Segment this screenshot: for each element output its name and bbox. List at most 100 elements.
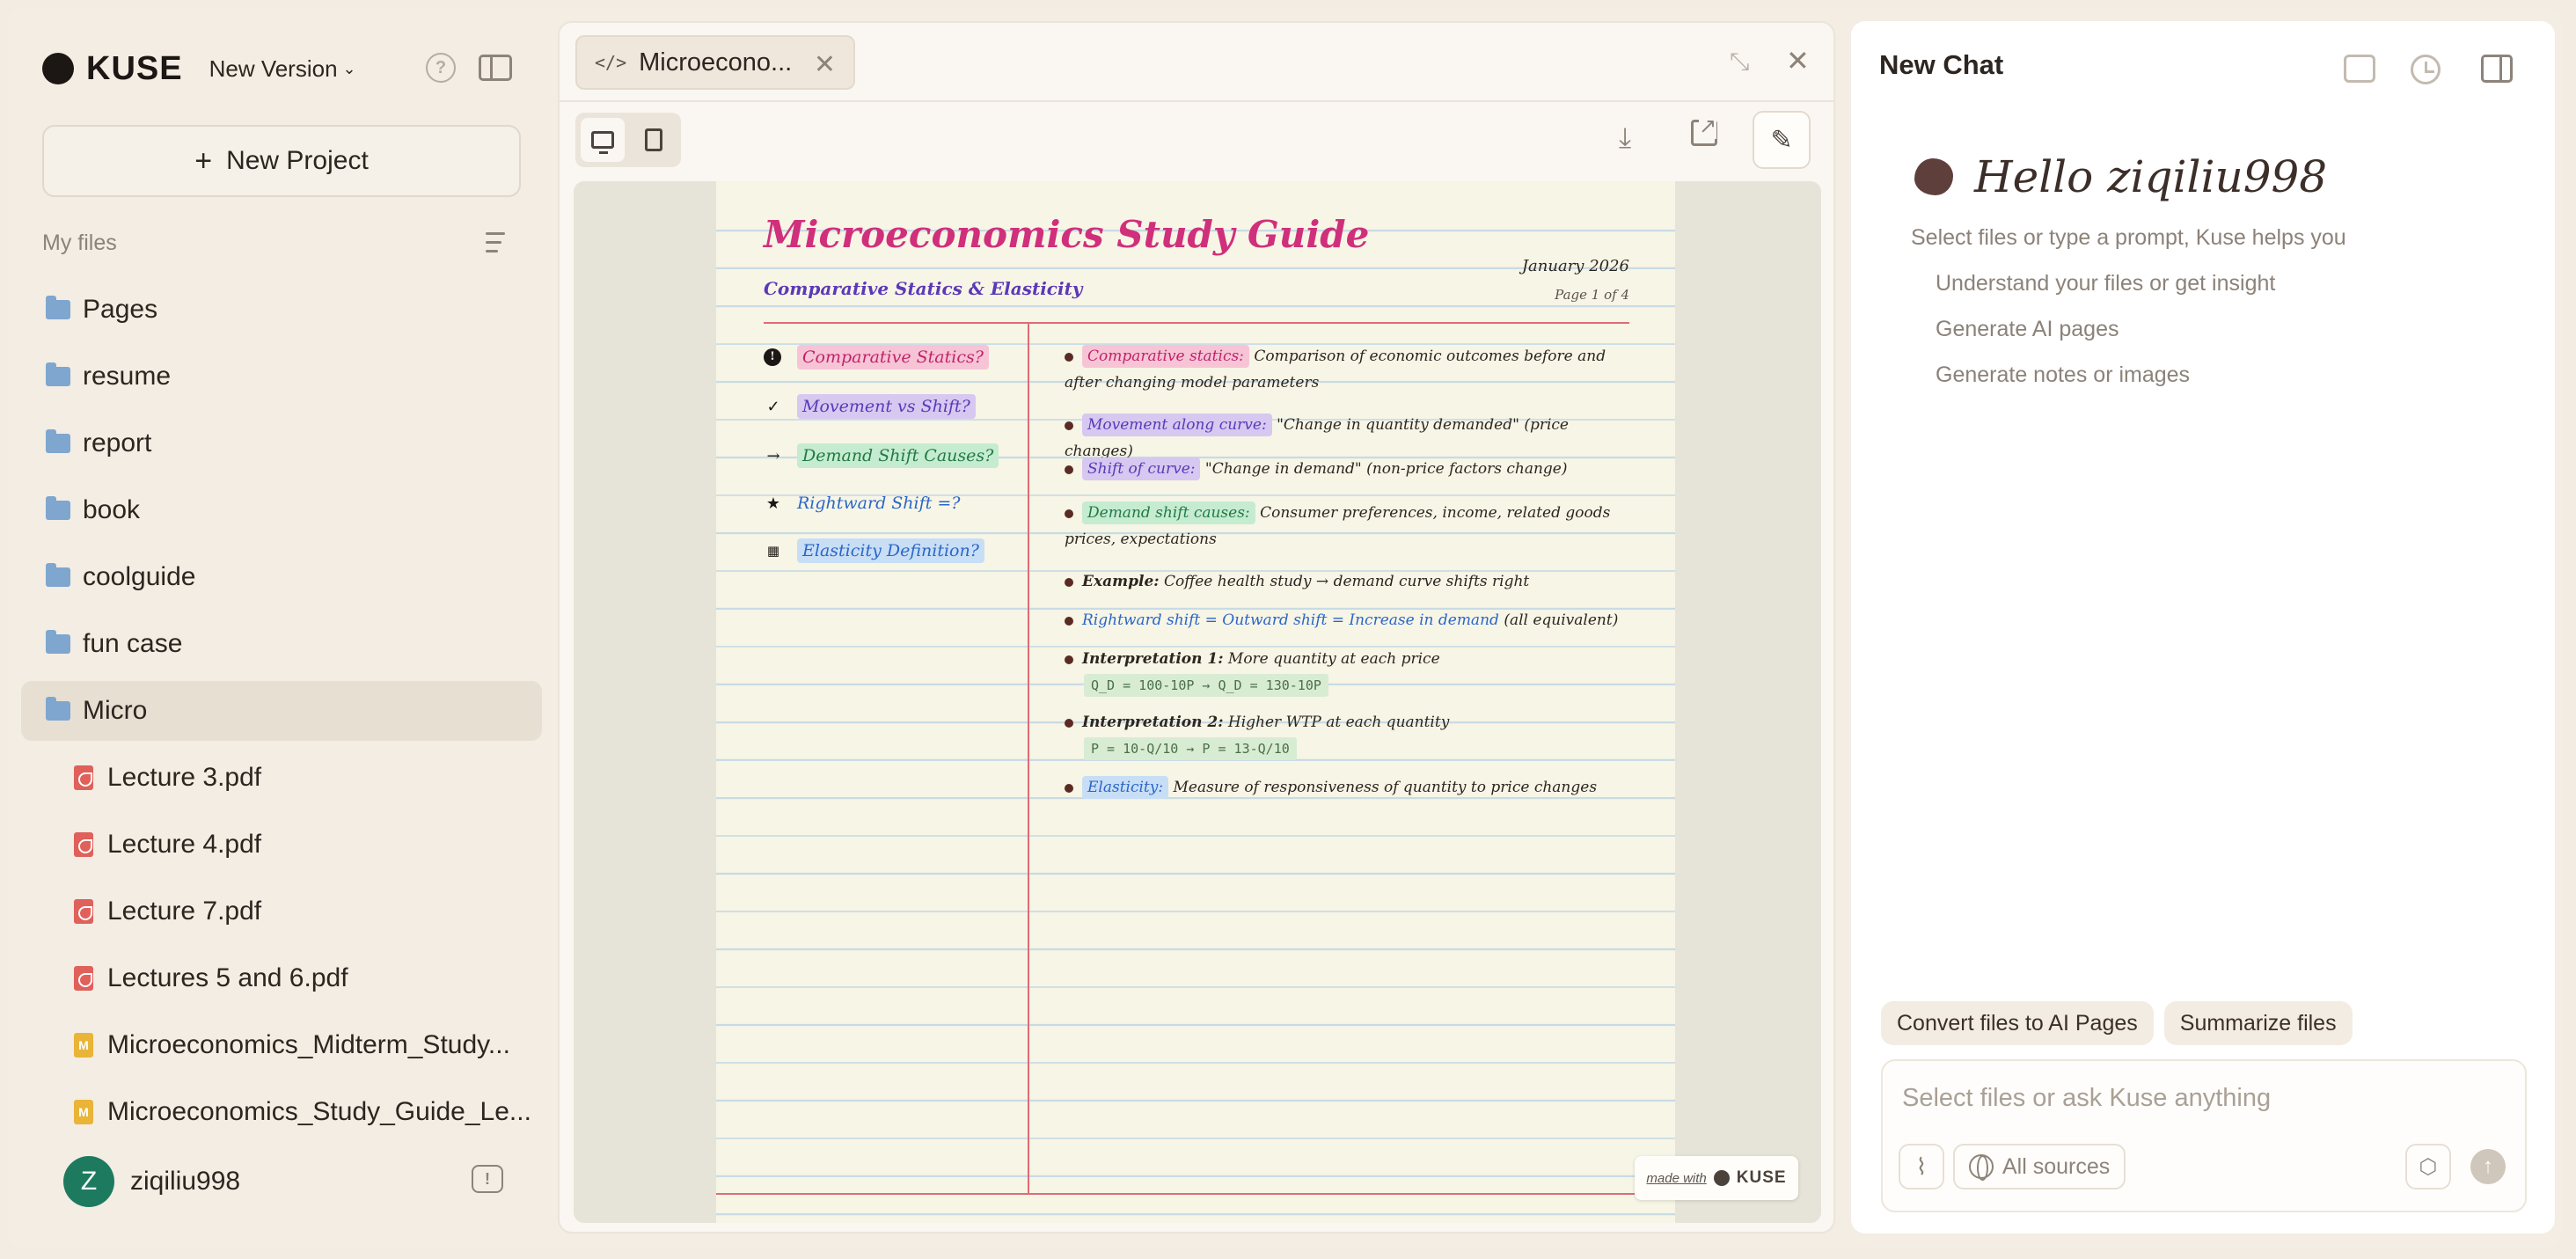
folder-icon (46, 563, 70, 587)
help-text: Select files or type a prompt, Kuse help… (1911, 225, 2346, 250)
edit-button[interactable]: ✎ (1753, 111, 1811, 169)
note-elasticity: Elasticity: Measure of responsiveness of… (1065, 774, 1628, 801)
document-view-button[interactable] (632, 118, 676, 162)
globe-icon (1969, 1154, 1994, 1181)
monitor-icon (591, 131, 614, 154)
feedback-icon[interactable]: ! (472, 1165, 503, 1193)
cue-demand-shift-causes: → Demand Shift Causes? (764, 443, 999, 468)
cue-elasticity-definition: ▦ Elasticity Definition? (764, 538, 984, 563)
note-interpretation-1: Interpretation 1: More quantity at each … (1065, 646, 1628, 699)
file-list: Pages resume report book coolguide fun c… (21, 280, 542, 1149)
file-item-lectures-5-6[interactable]: Lectures 5 and 6.pdf (21, 948, 542, 1008)
bullet (1065, 718, 1073, 728)
pdf-icon (74, 765, 93, 790)
exclamation-icon: ! (764, 348, 781, 366)
bullet (1065, 421, 1073, 430)
pdf-icon (74, 966, 93, 991)
note-example: Example: Coffee health study → demand cu… (1065, 568, 1628, 595)
cue-rightward-shift: ★ Rightward Shift =? (764, 491, 961, 516)
chat-title: New Chat (1879, 49, 2004, 80)
bullet (1065, 352, 1073, 362)
kuse-blob-icon (1914, 158, 1953, 195)
history-icon[interactable] (2411, 55, 2441, 84)
all-sources-button[interactable]: All sources (1953, 1144, 2126, 1189)
new-project-button[interactable]: + New Project (42, 125, 521, 197)
help-icon[interactable]: ? (426, 53, 456, 83)
bullet (1065, 465, 1073, 474)
folder-item-micro[interactable]: Micro (21, 681, 542, 741)
markdown-icon: M (74, 1033, 93, 1058)
view-toggle (575, 113, 681, 167)
send-button[interactable]: ↑ (2470, 1149, 2506, 1184)
margin-line-bottom (716, 1193, 1675, 1195)
folder-icon (46, 697, 70, 721)
folder-item-pages[interactable]: Pages (21, 280, 542, 340)
folder-icon (46, 296, 70, 319)
tab-label: Microecono... (639, 48, 793, 77)
chat-panel: New Chat Hello ziqiliu998 Select files o… (1851, 21, 2555, 1233)
formula-interpretation-2: P = 10-Q/10 → P = 13-Q/10 (1084, 737, 1297, 760)
folder-item-resume[interactable]: resume (21, 347, 542, 406)
pencil-icon: ✎ (1770, 125, 1793, 155)
chevron-down-icon: ⌄ (342, 59, 356, 77)
close-tab-icon[interactable]: ✕ (814, 49, 836, 80)
page-canvas: Microeconomics Study Guide Comparative S… (574, 181, 1821, 1223)
version-dropdown[interactable]: New Version ⌄ (209, 55, 356, 83)
logo-row: KUSE New Version ⌄ (42, 48, 356, 90)
folder-item-book[interactable]: book (21, 480, 542, 540)
paperclip-icon[interactable]: ⌇ (1899, 1144, 1944, 1189)
sort-icon[interactable] (486, 231, 516, 255)
toggle-sidebar-icon[interactable] (479, 55, 512, 81)
note-demand-shift-causes: Demand shift causes: Consumer preference… (1065, 500, 1628, 553)
username: ziqiliu998 (130, 1167, 241, 1196)
file-item-lecture-7[interactable]: Lecture 7.pdf (21, 882, 542, 941)
close-icon[interactable]: ✕ (1786, 44, 1810, 77)
tab-microeconomics[interactable]: </> Microecono... ✕ (575, 35, 855, 90)
folder-item-report[interactable]: report (21, 414, 542, 473)
cue-movement-vs-shift: ✓ Movement vs Shift? (764, 394, 976, 419)
chat-input-box[interactable]: Select files or ask Kuse anything ⌇ All … (1881, 1059, 2527, 1212)
notebook-page: Microeconomics Study Guide Comparative S… (716, 181, 1675, 1223)
note-shift-of-curve: Shift of curve: "Change in demand" (non-… (1065, 456, 1628, 482)
pdf-icon (74, 832, 93, 857)
folder-item-coolguide[interactable]: coolguide (21, 547, 542, 607)
summarize-files-chip[interactable]: Summarize files (2163, 1001, 2353, 1045)
margin-line-top (764, 322, 1629, 324)
bullet (1065, 509, 1073, 518)
download-icon[interactable]: ⤓ (1619, 121, 1631, 155)
file-item-lecture-4[interactable]: Lecture 4.pdf (21, 815, 542, 875)
greeting-row: Hello ziqiliu998 (1914, 151, 2327, 202)
folder-icon (46, 429, 70, 453)
file-item-study-guide[interactable]: M Microeconomics_Study_Guide_Le... (21, 1082, 542, 1142)
user-profile[interactable]: Z ziqiliu998 (63, 1156, 240, 1207)
open-external-icon[interactable] (1691, 113, 1717, 146)
version-label: New Version (209, 55, 338, 82)
note-rightward-shift: Rightward shift = Outward shift = Increa… (1065, 607, 1628, 633)
bullet (1065, 616, 1073, 626)
bullet (1065, 577, 1073, 587)
new-chat-icon[interactable] (2344, 55, 2375, 83)
suggestion-generate-pages[interactable]: Generate AI pages (1936, 317, 2119, 342)
markdown-icon: M (74, 1100, 93, 1124)
cue-comparative-statics: ! Comparative Statics? (764, 345, 989, 370)
file-item-midterm-study[interactable]: M Microeconomics_Midterm_Study... (21, 1015, 542, 1075)
calendar-icon: ▦ (766, 543, 780, 559)
document-icon (645, 128, 662, 151)
desktop-view-button[interactable] (581, 118, 625, 162)
greeting: Hello ziqiliu998 (1974, 151, 2328, 202)
star-icon: ★ (765, 494, 781, 513)
convert-files-chip[interactable]: Convert files to AI Pages (1881, 1001, 2154, 1045)
made-with-badge[interactable]: made with KUSE (1635, 1156, 1798, 1200)
note-interpretation-2: Interpretation 2: Higher WTP at each qua… (1065, 709, 1628, 762)
minimize-icon[interactable]: ⤡ (1730, 48, 1749, 77)
suggestion-generate-notes[interactable]: Generate notes or images (1936, 362, 2190, 388)
folder-icon (46, 630, 70, 654)
preview-panel: </> Microecono... ✕ ⤡ ✕ ⤓ ✎ Microeconomi… (558, 21, 1835, 1233)
suggestion-understand-files[interactable]: Understand your files or get insight (1936, 271, 2275, 296)
folder-item-fun-case[interactable]: fun case (21, 614, 542, 674)
formula-interpretation-1: Q_D = 100-10P → Q_D = 130-10P (1084, 674, 1328, 697)
toggle-chat-panel-icon[interactable] (2481, 55, 2513, 83)
chat-input[interactable]: Select files or ask Kuse anything (1902, 1084, 2271, 1113)
file-item-lecture-3[interactable]: Lecture 3.pdf (21, 748, 542, 808)
cube-icon[interactable]: ⬡ (2405, 1144, 2451, 1189)
